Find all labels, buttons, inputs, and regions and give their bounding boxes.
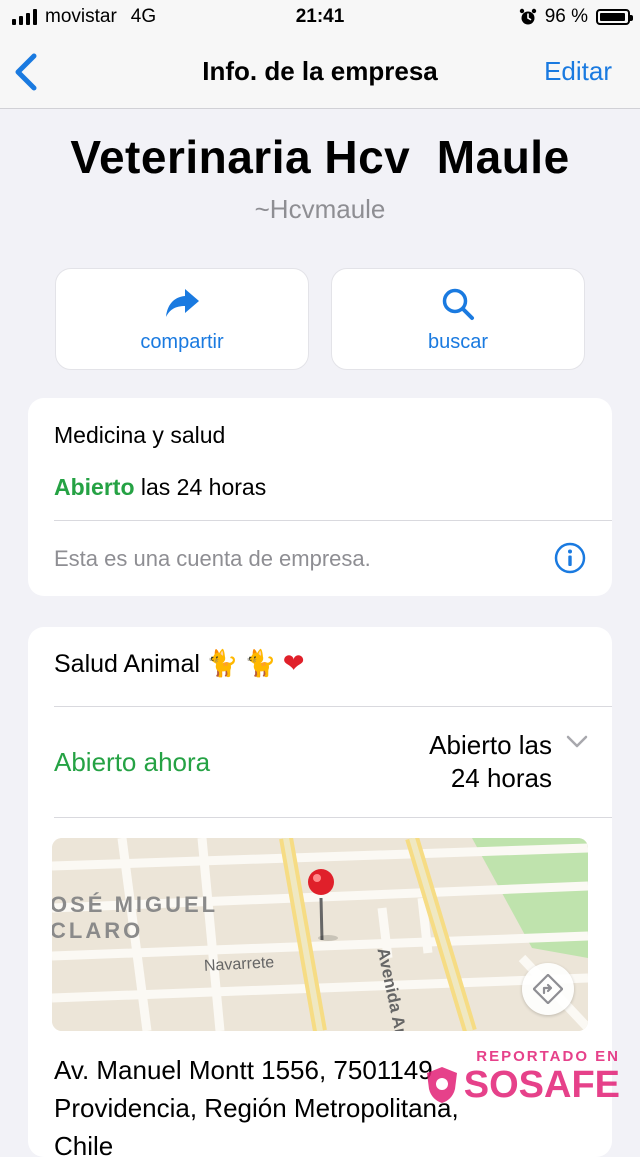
watermark-brand: SOSAFE xyxy=(424,1065,620,1105)
sosafe-watermark: REPORTADO EN SOSAFE xyxy=(424,1048,620,1105)
business-description: Salud Animal 🐈 🐈 ❤ xyxy=(54,649,304,679)
status-right: 96 % xyxy=(519,6,633,28)
directions-button[interactable] xyxy=(522,963,574,1015)
share-button[interactable]: compartir xyxy=(55,268,309,370)
shield-icon xyxy=(426,1067,457,1103)
divider xyxy=(54,817,612,818)
business-account-note: Esta es una cuenta de empresa. xyxy=(54,546,371,571)
battery-icon xyxy=(596,9,633,25)
status-bar: movistar 4G 21:41 96 % xyxy=(0,0,640,36)
business-info-card: Medicina y salud Abierto las 24 horas Es… xyxy=(28,398,612,596)
hours-line-1: Abierto las xyxy=(429,730,552,760)
divider xyxy=(54,520,612,521)
share-label: compartir xyxy=(140,331,224,353)
cat-emoji: 🐈 xyxy=(205,649,239,679)
map-place-line-2: CLARO xyxy=(52,918,144,943)
description-text: Salud Animal xyxy=(54,649,200,678)
edit-button[interactable]: Editar xyxy=(544,56,612,87)
battery-percent: 96 % xyxy=(544,6,588,27)
map-place-label: OSÉ MIGUEL CLARO xyxy=(52,892,218,944)
map-place-line-1: OSÉ MIGUEL xyxy=(52,892,219,917)
navigation-bar: Info. de la empresa Editar xyxy=(0,36,640,109)
business-name: Veterinaria Hcv Maule xyxy=(70,131,570,183)
hours-dropdown[interactable]: Abierto las 24 horas xyxy=(352,729,552,795)
info-icon[interactable] xyxy=(554,542,586,574)
hours-text: las 24 horas xyxy=(134,474,267,500)
cat-emoji: 🐈 xyxy=(244,649,277,679)
search-label: buscar xyxy=(427,331,489,353)
search-button[interactable]: buscar xyxy=(331,268,585,370)
share-arrow-icon xyxy=(166,289,199,317)
chevron-down-icon[interactable] xyxy=(566,735,588,749)
map-street-label: Navarrete xyxy=(203,954,275,975)
alarm-icon xyxy=(519,8,536,25)
address-line-3: Chile xyxy=(54,1131,114,1157)
business-hours: Abierto las 24 horas xyxy=(54,474,266,501)
watermark-brand-text: SOSAFE xyxy=(463,1064,620,1106)
heart-emoji: ❤ xyxy=(282,649,305,679)
directions-icon xyxy=(533,974,563,1004)
business-category: Medicina y salud xyxy=(54,422,226,448)
divider xyxy=(54,706,612,707)
business-handle: ~Hcvmaule xyxy=(254,194,386,224)
hours-line-2: 24 horas xyxy=(450,763,552,793)
open-now-status: Abierto ahora xyxy=(54,747,211,777)
open-status: Abierto xyxy=(54,474,135,500)
battery-fill xyxy=(600,13,625,21)
location-map[interactable]: OSÉ MIGUEL CLARO Navarrete Avenida Anto xyxy=(52,838,588,1031)
watermark-top-text: REPORTADO EN xyxy=(476,1048,620,1065)
search-icon xyxy=(442,288,474,320)
